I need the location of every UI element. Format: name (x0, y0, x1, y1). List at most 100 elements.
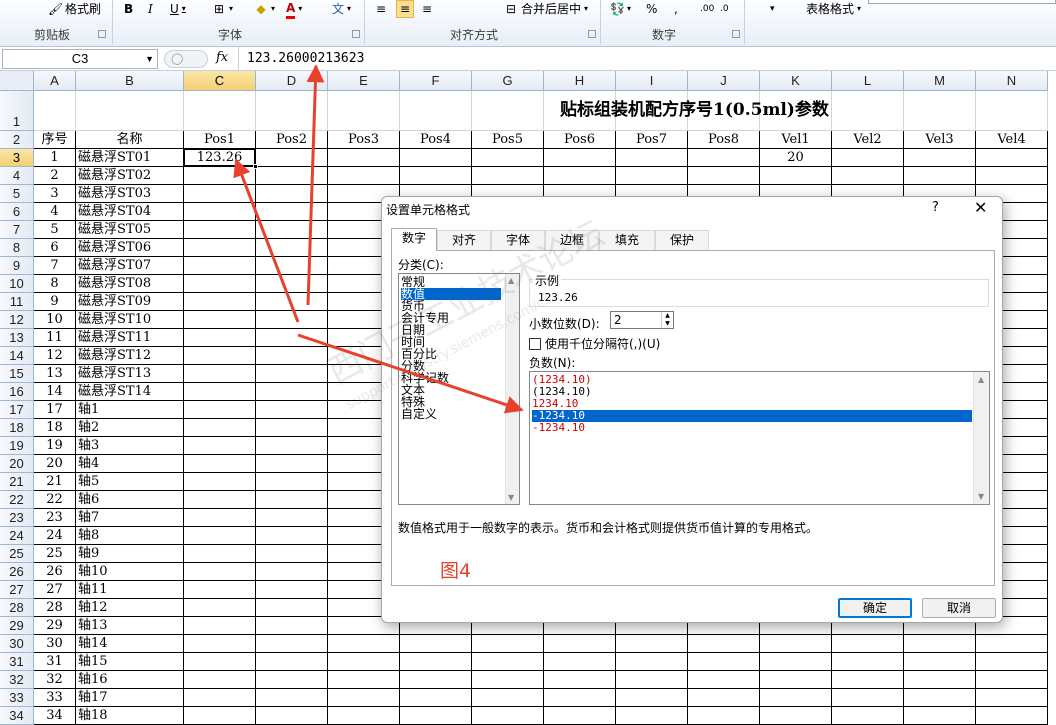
cell-a9[interactable]: 7 (34, 257, 76, 275)
cell-i2[interactable]: Pos7 (616, 131, 688, 149)
conditional-format-dropdown[interactable]: ▾ (770, 0, 775, 18)
cell-style-gallery[interactable] (868, 0, 1056, 4)
cell-a22[interactable]: 22 (34, 491, 76, 509)
negative-format-item[interactable]: (1234.10) (532, 386, 972, 398)
cell-b20[interactable]: 轴4 (76, 455, 184, 473)
cell-c20[interactable] (184, 455, 256, 473)
cell-l34[interactable] (832, 707, 904, 725)
cell-l33[interactable] (832, 689, 904, 707)
cell-f30[interactable] (400, 635, 472, 653)
cell-c7[interactable] (184, 221, 256, 239)
cell-k32[interactable] (760, 671, 832, 689)
cell-i3[interactable] (616, 149, 688, 167)
tab-填充[interactable]: 填充 (599, 230, 655, 250)
formula-input[interactable]: 123.26000213623 (238, 47, 1056, 70)
cell-k33[interactable] (760, 689, 832, 707)
row-header-19[interactable]: 19 (0, 437, 34, 455)
cell-c21[interactable] (184, 473, 256, 491)
category-list[interactable]: 常规 数值 货币 会计专用 日期 时间 百分比 分数 科学记数 文本 特殊 自定义 ▲ ▼ (398, 273, 520, 505)
cell-b24[interactable]: 轴8 (76, 527, 184, 545)
row-header-30[interactable]: 30 (0, 635, 34, 653)
cell-h30[interactable] (544, 635, 616, 653)
cell-d26[interactable] (256, 563, 328, 581)
cell-a20[interactable]: 20 (34, 455, 76, 473)
cell-k2[interactable]: Vel1 (760, 131, 832, 149)
cell-a33[interactable]: 33 (34, 689, 76, 707)
cell-g4[interactable] (472, 167, 544, 185)
cell-c6[interactable] (184, 203, 256, 221)
cell-a8[interactable]: 6 (34, 239, 76, 257)
border-button[interactable]: ⊞ ▾ (212, 0, 233, 18)
cell-c5[interactable] (184, 185, 256, 203)
cancel-button[interactable]: 取消 (922, 598, 996, 618)
cell-c26[interactable] (184, 563, 256, 581)
cell-b13[interactable]: 磁悬浮ST11 (76, 329, 184, 347)
row-header-34[interactable]: 34 (0, 707, 34, 725)
cell-c9[interactable] (184, 257, 256, 275)
cell-a5[interactable]: 3 (34, 185, 76, 203)
cell-a16[interactable]: 14 (34, 383, 76, 401)
cell-d9[interactable] (256, 257, 328, 275)
cell-d30[interactable] (256, 635, 328, 653)
align-left-button[interactable]: ≡ (374, 0, 388, 18)
cell-m30[interactable] (904, 635, 976, 653)
column-header-g[interactable]: G (472, 71, 544, 91)
cell-c32[interactable] (184, 671, 256, 689)
row-header-23[interactable]: 23 (0, 509, 34, 527)
column-header-e[interactable]: E (328, 71, 400, 91)
column-header-n[interactable]: N (976, 71, 1048, 91)
cell-g3[interactable] (472, 149, 544, 167)
cell-a3[interactable]: 1 (34, 149, 76, 167)
cell-h31[interactable] (544, 653, 616, 671)
cell-b4[interactable]: 磁悬浮ST02 (76, 167, 184, 185)
format-painter-button[interactable]: 🖌 格式刷 (48, 0, 101, 18)
row-header-13[interactable]: 13 (0, 329, 34, 347)
name-box[interactable]: C3 ▼ (2, 49, 158, 69)
cell-c19[interactable] (184, 437, 256, 455)
cell-a28[interactable]: 28 (34, 599, 76, 617)
underline-button[interactable]: U ▾ (170, 0, 186, 18)
row-header-3[interactable]: 3 (0, 149, 34, 167)
cell-f33[interactable] (400, 689, 472, 707)
cell-f3[interactable] (400, 149, 472, 167)
row-header-18[interactable]: 18 (0, 419, 34, 437)
cell-c30[interactable] (184, 635, 256, 653)
cell-b21[interactable]: 轴5 (76, 473, 184, 491)
cell-g32[interactable] (472, 671, 544, 689)
scroll-up-icon[interactable]: ▲ (508, 276, 514, 285)
font-color-button[interactable]: A ▾ (286, 0, 302, 19)
cell-d10[interactable] (256, 275, 328, 293)
cell-c24[interactable] (184, 527, 256, 545)
cell-j3[interactable] (688, 149, 760, 167)
cell-m31[interactable] (904, 653, 976, 671)
row-header-28[interactable]: 28 (0, 599, 34, 617)
cell-a21[interactable]: 21 (34, 473, 76, 491)
cell-f32[interactable] (400, 671, 472, 689)
cell-h4[interactable] (544, 167, 616, 185)
cell-d5[interactable] (256, 185, 328, 203)
column-header-a[interactable]: A (34, 71, 76, 91)
cell-d18[interactable] (256, 419, 328, 437)
cell-j34[interactable] (688, 707, 760, 725)
scroll-up-icon[interactable]: ▲ (978, 375, 984, 384)
column-header-l[interactable]: L (832, 71, 904, 91)
negative-format-item[interactable]: 1234.10 (532, 398, 972, 410)
cell-j33[interactable] (688, 689, 760, 707)
cell-c3[interactable]: 123.26 (184, 149, 256, 167)
negative-format-item[interactable]: -1234.10 (532, 410, 972, 422)
thousands-separator-checkbox[interactable] (529, 337, 541, 350)
cell-k3[interactable]: 20 (760, 149, 832, 167)
negative-list-scrollbar[interactable]: ▲ ▼ (973, 372, 989, 504)
cell-a13[interactable]: 11 (34, 329, 76, 347)
cell-c27[interactable] (184, 581, 256, 599)
column-header-m[interactable]: M (904, 71, 976, 91)
cell-b14[interactable]: 磁悬浮ST12 (76, 347, 184, 365)
cell-c2[interactable]: Pos1 (184, 131, 256, 149)
cell-i32[interactable] (616, 671, 688, 689)
cell-b33[interactable]: 轴17 (76, 689, 184, 707)
cell-n32[interactable] (976, 671, 1048, 689)
cell-d1[interactable] (256, 91, 328, 131)
cell-c14[interactable] (184, 347, 256, 365)
scroll-down-icon[interactable]: ▼ (508, 493, 514, 502)
cell-k30[interactable] (760, 635, 832, 653)
